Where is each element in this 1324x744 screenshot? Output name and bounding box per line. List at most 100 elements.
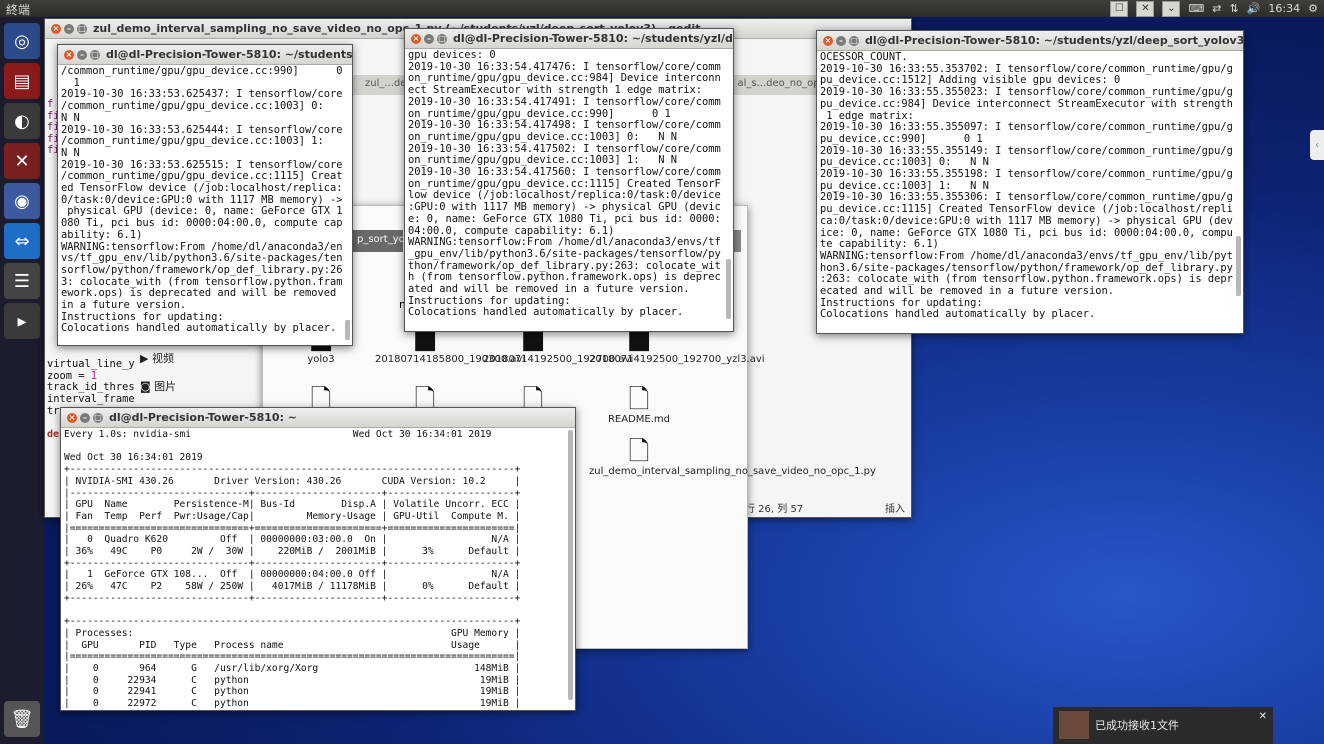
terminal-line: | 0 22941 C python 19MiB | [64, 686, 521, 698]
network-icon[interactable]: ⇅ [1230, 2, 1239, 15]
terminal-titlebar[interactable]: × – □ dl@dl-Precision-Tower-5810: ~/studen… [405, 29, 733, 49]
terminal-line: e: 0, name: GeForce GTX 1080 Ti, pci bus… [408, 212, 721, 225]
terminal-output[interactable]: /common_runtime/gpu/gpu_device.cc:990] 0… [58, 65, 352, 336]
sidebar-item-pictures[interactable]: ◙ 图片 [140, 378, 176, 394]
terminal-line: 2019-10-30 16:33:54.417491: I tensorflow… [408, 95, 721, 108]
close-icon[interactable]: × [411, 33, 421, 44]
keyboard-icon[interactable]: ⌨ [1188, 2, 1204, 15]
terminal-line: | 0 Quadro K620 Off | 00000000:03:00.0 O… [64, 534, 521, 546]
scrollbar[interactable] [568, 430, 573, 700]
terminal-titlebar[interactable]: × – □ dl@dl-Precision-Tower-5810: ~ [61, 408, 575, 428]
terminal-line: OCESSOR_COUNT. [820, 51, 908, 63]
terminal-window-2: × – □ dl@dl-Precision-Tower-5810: ~/studen… [404, 28, 734, 332]
terminal-line: Colocations handled automatically by pla… [820, 308, 1096, 321]
teamviewer-icon[interactable]: ⇔ [4, 223, 40, 259]
terminal-window-nvidia-smi: × – □ dl@dl-Precision-Tower-5810: ~ Every … [60, 407, 576, 711]
notification-thumbnail [1059, 711, 1089, 739]
terminal-line: | GPU PID Type Process name Usage | [64, 639, 521, 651]
terminal-line: ecated and will be removed in a future v… [820, 285, 1115, 298]
terminal-window-3: × – □ dl@dl-Precision-Tower-5810: ~/studen… [816, 30, 1244, 334]
close-icon[interactable]: × [64, 49, 74, 60]
maximize-icon[interactable]: □ [77, 23, 87, 34]
terminal-line: +---------------------------------------… [64, 616, 521, 628]
scrollbar[interactable] [726, 259, 731, 319]
file-item[interactable]: 🗋 zul_demo_interval_sampling_no_save_vide… [589, 438, 876, 477]
terminal-line: pu_device.cc:990] 0 1 [820, 132, 983, 145]
minimize-icon[interactable]: – [836, 35, 846, 46]
minimize-icon[interactable]: – [64, 23, 74, 34]
notification: 已成功接收1文件 ✕ [1053, 707, 1273, 744]
teamviewer-tray-icon[interactable]: ⇄ [1212, 2, 1221, 15]
minimize-icon[interactable]: ⌄ [1162, 0, 1181, 17]
terminal-line: | 0 22972 C python 19MiB | [64, 698, 521, 710]
terminal-line: |===============================+=======… [64, 522, 521, 534]
terminal-title: dl@dl-Precision-Tower-5810: ~/students/y… [106, 48, 352, 61]
terminal-title: dl@dl-Precision-Tower-5810: ~/students/y… [865, 34, 1243, 47]
chrome-icon[interactable]: ◉ [4, 183, 40, 219]
settings-gear-icon[interactable]: ⚙ [1308, 2, 1318, 15]
minimize-icon[interactable]: – [424, 33, 434, 44]
terminal-line: +-------------------------------+-------… [64, 592, 521, 604]
close-icon[interactable]: ✕ [1259, 711, 1267, 722]
terminal-line: on_runtime/gpu/gpu_device.cc:1003] 0: N … [408, 130, 677, 143]
active-app-title: 終端 [6, 3, 31, 17]
terminal-title: dl@dl-Precision-Tower-5810: ~ [109, 411, 298, 424]
terminal-line: | Fan Temp Perf Pwr:Usage/Cap| Memory-Us… [64, 510, 521, 522]
terminal-line: _gpu_env/lib/python3.6/site-packages/ten… [408, 247, 721, 260]
terminal-line: Colocations handled automatically by pla… [61, 322, 337, 335]
minimize-icon[interactable]: – [80, 412, 90, 423]
trash-icon[interactable]: 🗑 [4, 701, 40, 737]
maximize-icon[interactable]: □ [437, 33, 447, 44]
clock[interactable]: 16:34 [1268, 2, 1300, 15]
file-icon: 🗋 [628, 385, 650, 415]
scrollbar[interactable] [345, 320, 350, 340]
scrollbar[interactable] [1236, 236, 1241, 296]
terminal-line: /common_runtime/gpu/gpu_device.cc:1003] … [61, 100, 324, 113]
terminal-line: | Processes: GPU Memory | [64, 627, 521, 639]
terminal-line: Wed Oct 30 16:34:01 2019 [64, 452, 203, 464]
path-crumb-end[interactable] [733, 230, 741, 252]
tab[interactable]: al_s...deo_no_op [737, 78, 819, 95]
path-crumb[interactable]: p_sort_yol [353, 230, 408, 252]
terminal-line: in a future version. [61, 299, 187, 312]
volume-icon[interactable]: 🔊 [1247, 2, 1261, 15]
terminal-line: pu_device.cc:984] Device interconnect St… [820, 97, 1233, 110]
terminal-line: /common_runtime/gpu/gpu_device.cc:990] 0 [61, 65, 343, 77]
terminal-line: | 1 GeForce GTX 108... Off | 00000000:04… [64, 569, 521, 581]
close-icon[interactable]: × [51, 23, 61, 34]
terminal-titlebar[interactable]: × – □ dl@dl-Precision-Tower-5810: ~/studen… [58, 45, 352, 65]
maximize-icon[interactable]: □ [93, 412, 103, 423]
maximize-icon[interactable]: □ [849, 35, 859, 46]
status-position[interactable]: 行 26, 列 57 [745, 500, 803, 515]
close-icon[interactable]: × [823, 35, 833, 46]
launcher: ◎ ▤ ◐ ✕ ◉ ⇔ ☰ ▸ 🗑 [0, 17, 44, 744]
terminal-output[interactable]: gpu devices: 0 2019-10-30 16:33:54.417476… [405, 49, 733, 320]
terminal-output[interactable]: OCESSOR_COUNT. 2019-10-30 16:33:55.353702… [817, 51, 1243, 322]
minimize-icon[interactable]: – [77, 49, 87, 60]
notes-icon[interactable]: ☰ [4, 263, 40, 299]
terminal-line: /common_runtime/gpu/gpu_device.cc:1003] … [61, 135, 324, 148]
terminal-title: dl@dl-Precision-Tower-5810: ~/students/y… [453, 32, 733, 45]
window-list-icon[interactable]: ☐ [1110, 0, 1129, 17]
terminal-line: N N [61, 146, 80, 159]
close-icon[interactable]: × [67, 412, 77, 423]
sidebar-item-video[interactable]: ▶ 视频 [140, 350, 174, 366]
terminal-line: ability: 6.1) [61, 228, 143, 241]
terminal-output[interactable]: Every 1.0s: nvidia-smi Wed Oct 30 16:34:… [61, 428, 575, 711]
top-panel: 終端 ☐ ✕ ⌄ ⌨ ⇄ ⇅ 🔊 16:34 ⚙ [0, 0, 1324, 17]
file-item[interactable]: 🗋 README.md [589, 386, 689, 425]
terminal-icon[interactable]: ▸ [4, 303, 40, 339]
status-insert-mode[interactable]: 插入 [885, 500, 905, 515]
system-tray: ☐ ✕ ⌄ ⌨ ⇄ ⇅ 🔊 16:34 ⚙ [1110, 0, 1324, 17]
terminal-line: ca:0/task:0/device:GPU:0 with 1117 MB me… [820, 214, 1233, 227]
side-handle-icon[interactable]: ‹ [1310, 130, 1324, 160]
terminal-line: +-------------------------------+-------… [64, 557, 521, 569]
notification-text: 已成功接收1文件 [1095, 719, 1179, 732]
maximize-icon[interactable]: □ [90, 49, 100, 60]
firefox-icon[interactable]: ◐ [4, 103, 40, 139]
tools-icon[interactable]: ✕ [4, 143, 40, 179]
terminal-titlebar[interactable]: × – □ dl@dl-Precision-Tower-5810: ~/studen… [817, 31, 1243, 51]
files-icon[interactable]: ▤ [4, 63, 40, 99]
close-window-icon[interactable]: ✕ [1136, 0, 1155, 17]
ubuntu-logo-icon[interactable]: ◎ [4, 23, 40, 59]
